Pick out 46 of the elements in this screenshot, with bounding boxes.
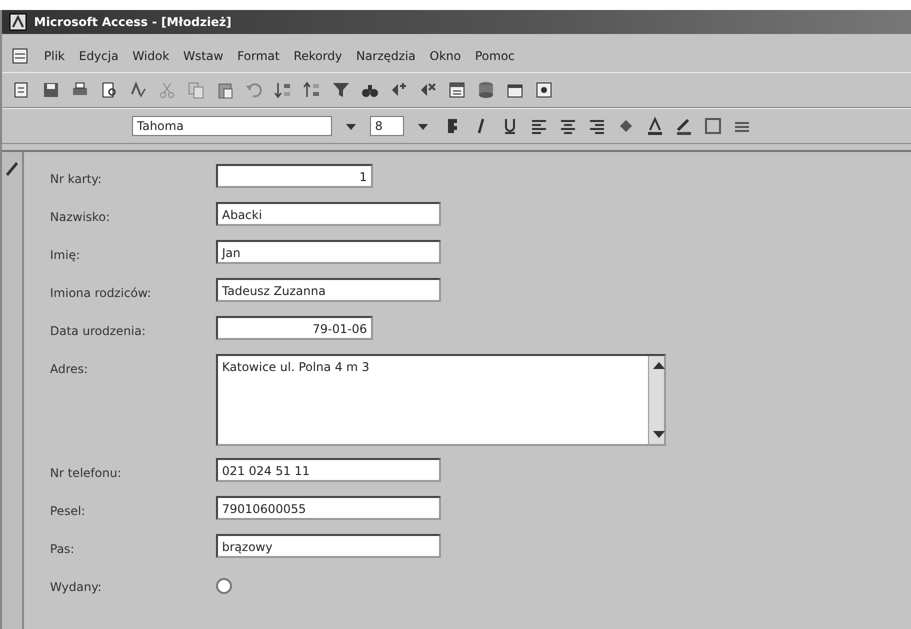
scrollbar[interactable] (648, 356, 664, 444)
menu-item[interactable]: Format (237, 47, 280, 65)
app-icon (8, 12, 28, 32)
field-label: Imiona rodziców: (50, 285, 152, 302)
save-icon[interactable] (41, 80, 61, 100)
field-label: Nr telefonu: (50, 465, 122, 482)
menu-item[interactable]: Widok (132, 47, 170, 65)
text-field[interactable]: Abacki (216, 202, 441, 226)
border-icon[interactable] (703, 116, 723, 136)
field-label: Data urodzenia: (50, 323, 147, 340)
field-label: Nazwisko: (50, 209, 111, 226)
line-color-icon[interactable] (674, 116, 694, 136)
menu-item[interactable]: Edycja (78, 47, 118, 65)
database-icon[interactable] (476, 80, 496, 100)
field-label: Nr karty: (50, 171, 103, 188)
form-icon[interactable] (10, 46, 30, 66)
field-label: Wydany: (50, 579, 103, 596)
field-label: Imię: (50, 247, 81, 264)
text-field[interactable]: brązowy (216, 534, 441, 558)
field-label: Pesel: (50, 503, 86, 520)
address-field[interactable]: Katowice ul. Polna 4 m 3 (216, 354, 666, 446)
font-color-icon[interactable] (645, 116, 665, 136)
text-field[interactable]: 021 024 51 11 (216, 458, 441, 482)
menu-item[interactable]: Wstaw (183, 47, 224, 65)
font-name-field[interactable]: Tahoma (132, 116, 332, 136)
menu-item[interactable]: Pomoc (475, 47, 515, 65)
copy-icon[interactable] (186, 80, 206, 100)
text-field[interactable]: Tadeusz Zuzanna (216, 278, 441, 302)
sort-ascending-icon[interactable] (273, 80, 293, 100)
menu-item[interactable]: Okno (430, 47, 461, 65)
menu-item[interactable]: Plik (44, 47, 65, 65)
help-icon[interactable] (534, 80, 554, 100)
font-size-field[interactable]: 8 (370, 116, 404, 136)
properties-icon[interactable] (447, 80, 467, 100)
field-label: Adres: (50, 361, 89, 378)
filter-icon[interactable] (331, 80, 351, 100)
text-field[interactable]: 79010600055 (216, 496, 441, 520)
menu-item[interactable]: Narzędzia (356, 47, 416, 65)
menu-item[interactable]: Rekordy (294, 47, 342, 65)
field-label: Pas: (50, 541, 76, 558)
sort-descending-icon[interactable] (302, 80, 322, 100)
text-field[interactable]: Jan (216, 240, 441, 264)
text-field[interactable]: 1 (216, 164, 373, 188)
text-field[interactable]: 79-01-06 (216, 316, 373, 340)
window-title: Microsoft Access - [Młodzież] (34, 14, 232, 31)
checkbox[interactable] (216, 578, 232, 594)
